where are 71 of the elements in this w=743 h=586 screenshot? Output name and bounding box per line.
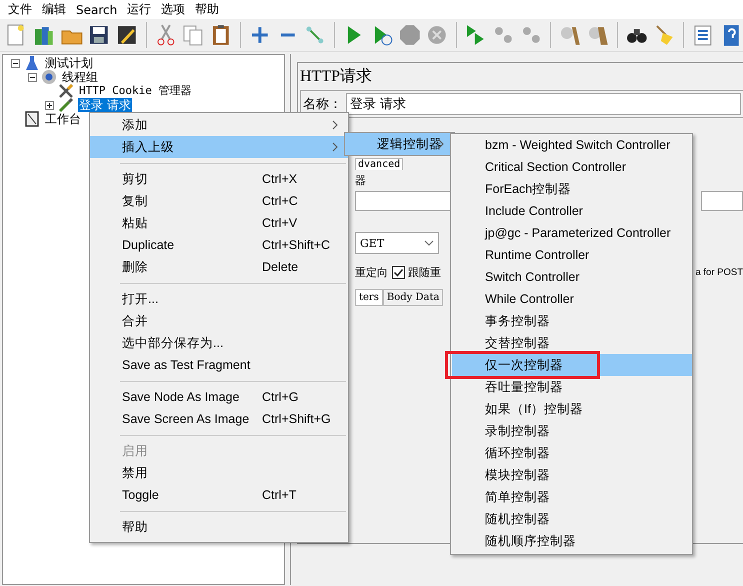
tree-item[interactable]: HTTP Cookie 管理器 bbox=[78, 84, 192, 98]
menu-item[interactable]: Search bbox=[71, 2, 122, 16]
gear-icon bbox=[41, 69, 57, 85]
menu-item[interactable]: 运行 bbox=[122, 1, 156, 18]
menu-item[interactable]: 随机顺序控制器 bbox=[452, 530, 692, 552]
stop-icon[interactable] bbox=[398, 23, 422, 47]
menu-item[interactable]: 合并 bbox=[90, 310, 348, 332]
pencil-icon[interactable] bbox=[115, 23, 139, 47]
menu-item[interactable]: 剪切 Ctrl+X bbox=[90, 168, 348, 190]
menu-item[interactable]: 如果（If）控制器 bbox=[452, 398, 692, 420]
menu-item[interactable]: 交替控制器 bbox=[452, 332, 692, 354]
menu-item[interactable]: 录制控制器 bbox=[452, 420, 692, 442]
menu-item[interactable]: 模块控制器 bbox=[452, 464, 692, 486]
section-label: 器 bbox=[355, 173, 366, 188]
method-dropdown[interactable]: GET bbox=[355, 232, 439, 254]
menu-item[interactable]: Save Screen As Image Ctrl+Shift+G bbox=[90, 408, 348, 430]
menu-item[interactable]: jp@gc - Parameterized Controller bbox=[452, 222, 692, 244]
menu-item[interactable]: While Controller bbox=[452, 288, 692, 310]
menu-item[interactable]: 帮助 bbox=[90, 516, 348, 538]
name-field[interactable]: 登录 请求 bbox=[346, 93, 741, 115]
menu-item[interactable]: 插入上级 bbox=[90, 136, 348, 158]
menu-item[interactable]: 粘贴 Ctrl+V bbox=[90, 212, 348, 234]
menu-item[interactable]: Toggle Ctrl+T bbox=[90, 484, 348, 506]
menu-item[interactable]: Save Node As Image Ctrl+G bbox=[90, 386, 348, 408]
chevron-down-icon bbox=[424, 240, 434, 246]
notebook-icon bbox=[24, 111, 40, 127]
checkbox-label: 重定向 bbox=[355, 265, 388, 280]
menu-item[interactable]: 文件 bbox=[3, 1, 37, 18]
tab[interactable]: dvanced bbox=[355, 158, 404, 170]
tree-item[interactable]: 工作台 bbox=[44, 112, 82, 126]
menu-item[interactable]: Duplicate Ctrl+Shift+C bbox=[90, 234, 348, 256]
checkbox[interactable] bbox=[392, 266, 405, 279]
wrench-icon bbox=[58, 83, 74, 99]
menu-item[interactable]: Runtime Controller bbox=[452, 244, 692, 266]
flask-icon bbox=[24, 55, 40, 71]
menu-item[interactable]: 删除 Delete bbox=[90, 256, 348, 278]
menu-item[interactable]: 简单控制器 bbox=[452, 486, 692, 508]
collapse-icon[interactable] bbox=[28, 72, 37, 82]
collapse-icon[interactable] bbox=[11, 58, 20, 68]
menu-item[interactable]: Switch Controller bbox=[452, 266, 692, 288]
expand-icon[interactable] bbox=[45, 100, 54, 110]
panel-title: HTTP请求 bbox=[300, 66, 373, 87]
menu-item[interactable]: 吞吐量控制器 bbox=[452, 376, 692, 398]
menu-item[interactable]: 循环控制器 bbox=[452, 442, 692, 464]
menu-item[interactable]: bzm - Weighted Switch Controller bbox=[452, 134, 692, 156]
menu-item[interactable]: Save as Test Fragment bbox=[90, 354, 348, 376]
checkbox-label: a for POST bbox=[695, 267, 743, 278]
menu-item[interactable]: 禁用 bbox=[90, 462, 348, 484]
menu-item[interactable]: Include Controller bbox=[452, 200, 692, 222]
menu-item[interactable]: 选中部分保存为... bbox=[90, 332, 348, 354]
menu-item[interactable]: 添加 bbox=[90, 114, 348, 136]
name-label: 名称： bbox=[303, 96, 342, 113]
menu-item[interactable]: Critical Section Controller bbox=[452, 156, 692, 178]
save-icon[interactable] bbox=[87, 23, 111, 47]
menu-item[interactable]: 复制 Ctrl+C bbox=[90, 190, 348, 212]
tree-item[interactable]: 测试计划 bbox=[44, 56, 94, 70]
tree-item[interactable]: 线程组 bbox=[61, 70, 99, 84]
pipette-icon bbox=[58, 97, 74, 113]
tab[interactable]: Body Data bbox=[382, 289, 444, 306]
menu-item[interactable]: ForEach控制器 bbox=[452, 178, 692, 200]
menu-item[interactable]: 仅一次控制器 bbox=[452, 354, 692, 376]
menu-item[interactable]: 事务控制器 bbox=[452, 310, 692, 332]
tree-item[interactable]: 登录 请求 bbox=[78, 98, 132, 112]
menu-item[interactable]: 选项 bbox=[156, 1, 190, 18]
menu-item[interactable]: 帮助 bbox=[190, 1, 224, 18]
checkbox-label: 跟随重 bbox=[408, 265, 441, 280]
text-field[interactable] bbox=[701, 191, 743, 211]
menu-item[interactable]: 随机控制器 bbox=[452, 508, 692, 530]
menu-item[interactable]: 打开... bbox=[90, 288, 348, 310]
tab[interactable]: ters bbox=[355, 289, 383, 306]
menu-item[interactable]: 编辑 bbox=[37, 1, 71, 18]
